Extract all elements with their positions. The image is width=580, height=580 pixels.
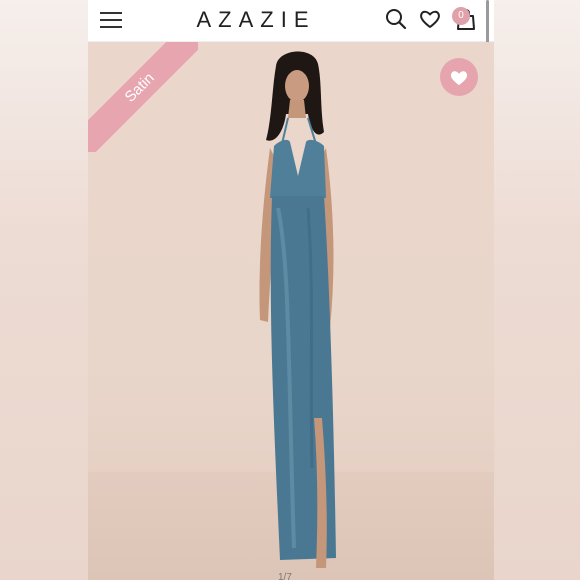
ribbon-label: Satin bbox=[88, 42, 198, 152]
menu-icon[interactable] bbox=[100, 10, 122, 30]
left-backdrop bbox=[0, 0, 88, 580]
top-nav-bar: AZAZIE 0 bbox=[88, 0, 494, 96]
search-icon[interactable] bbox=[384, 7, 408, 31]
material-ribbon: Satin bbox=[88, 42, 198, 152]
right-backdrop bbox=[494, 0, 580, 580]
brand-logo[interactable]: AZAZIE bbox=[176, 7, 336, 33]
heart-filled-icon bbox=[450, 71, 468, 86]
cart-count-badge: 0 bbox=[452, 7, 470, 25]
phone-screen: AZAZIE 0 Satin 1/7 bbox=[88, 0, 494, 580]
product-photo[interactable]: Satin 1/7 bbox=[88, 42, 494, 580]
image-pager: 1/7 bbox=[278, 572, 292, 580]
add-to-wishlist-button[interactable] bbox=[440, 58, 478, 96]
heart-icon[interactable] bbox=[418, 7, 442, 31]
model-figure bbox=[259, 51, 336, 568]
